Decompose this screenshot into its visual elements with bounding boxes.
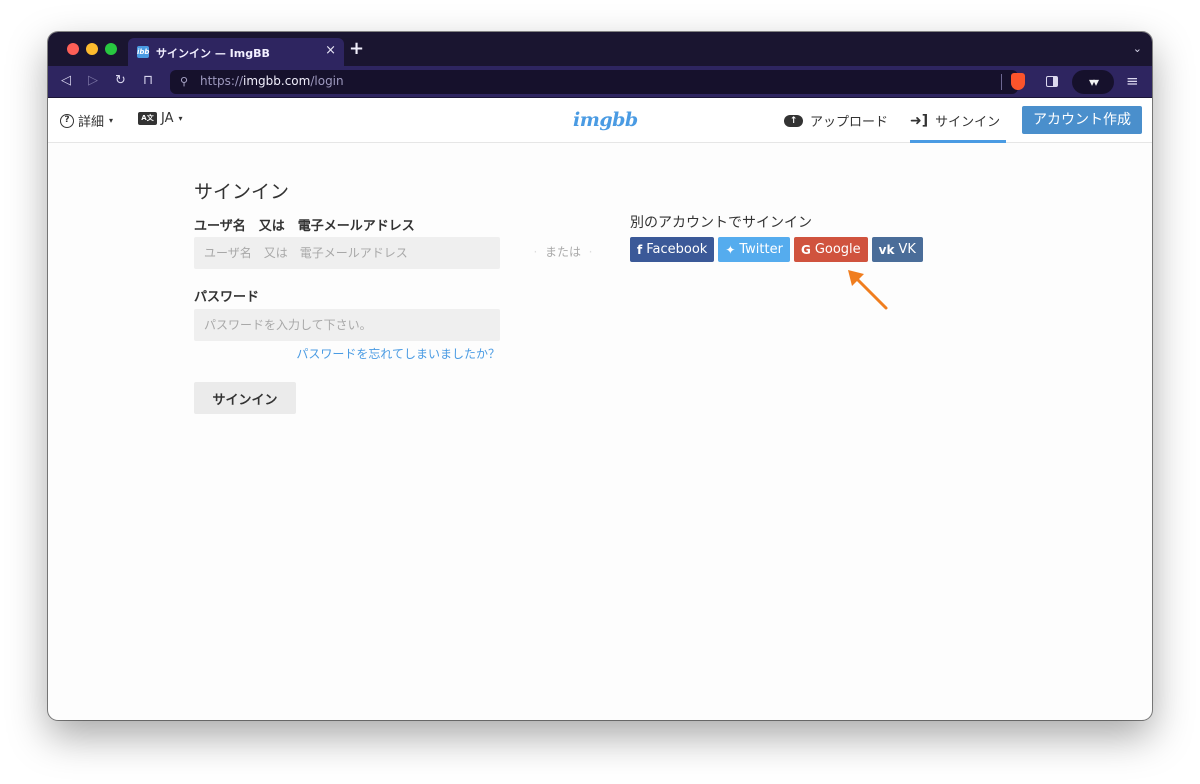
twitter-signin-button[interactable]: ✦ Twitter — [718, 237, 790, 262]
annotation-arrow-icon — [848, 270, 888, 310]
username-label: ユーザ名 又は 電子メールアドレス — [194, 219, 415, 234]
twitter-icon: ✦ — [725, 242, 736, 257]
tab-bar: ibb サインイン — ImgBB × + ⌄ — [48, 32, 1152, 66]
vk-label: VK — [898, 242, 916, 257]
sidebar-toggle-icon[interactable] — [1046, 76, 1058, 87]
signin-submit-button[interactable]: サインイン — [194, 382, 296, 414]
facebook-icon: f — [637, 242, 643, 257]
private-profile-icon[interactable]: ▾▾ — [1072, 70, 1114, 94]
forward-icon[interactable]: ▷ — [88, 73, 98, 88]
brave-shields-icon[interactable] — [1011, 73, 1025, 90]
url-host: imgbb.com — [243, 74, 311, 88]
google-icon: G — [800, 242, 811, 257]
help-menu-label: 詳細 — [78, 115, 105, 130]
social-buttons: f Facebook ✦ Twitter G Google vk VK — [630, 237, 923, 262]
toolbar-divider — [1001, 74, 1002, 90]
bookmark-icon[interactable]: ⊓ — [143, 73, 153, 88]
twitter-label: Twitter — [739, 242, 783, 257]
facebook-label: Facebook — [646, 242, 708, 257]
language-icon: A文 — [138, 112, 157, 125]
forgot-password-link[interactable]: パスワードを忘れてしまいましたか？ — [194, 345, 500, 362]
imgbb-logo[interactable]: imgbb — [573, 109, 638, 131]
back-icon[interactable]: ◁ — [61, 73, 71, 88]
create-account-button[interactable]: アカウント作成 — [1022, 106, 1142, 134]
caret-down-icon: ▾ — [109, 116, 114, 125]
separator-dash: · — [581, 245, 593, 259]
url-scheme: https:// — [200, 74, 244, 88]
vk-icon: vk — [878, 242, 895, 257]
signin-link[interactable]: ➜] サインイン — [910, 111, 1001, 131]
imgbb-favicon-icon: ibb — [137, 46, 150, 58]
sign-in-icon: ➜] — [910, 112, 929, 129]
signin-label: サインイン — [935, 115, 1001, 130]
url-text: https://imgbb.com/login — [200, 74, 344, 88]
google-label: Google — [814, 242, 861, 257]
google-signin-button[interactable]: G Google — [793, 237, 868, 262]
separator-dash: · — [533, 245, 545, 259]
navigation-bar: ◁ ▷ ↻ ⊓ ⚲ https://imgbb.com/login ▾▾ ≡ — [48, 66, 1152, 98]
tab-title: サインイン — ImgBB — [156, 47, 270, 60]
minimize-window-button[interactable] — [86, 43, 98, 55]
username-input[interactable] — [194, 237, 500, 269]
browser-window: ibb サインイン — ImgBB × + ⌄ ◁ ▷ ↻ ⊓ ⚲ https:… — [48, 32, 1152, 720]
caret-down-icon: ▾ — [178, 114, 183, 123]
reload-icon[interactable]: ↻ — [115, 73, 126, 88]
tab-list-chevron-icon[interactable]: ⌄ — [1133, 42, 1142, 55]
close-tab-icon[interactable]: × — [325, 43, 336, 58]
site-header: ? 詳細 ▾ A文 JA ▾ imgbb ↑ アップロード ➜] サインイン ア… — [48, 98, 1152, 143]
social-signin-title: 別のアカウントでサインイン — [630, 215, 812, 231]
vk-signin-button[interactable]: vk VK — [871, 237, 923, 262]
help-circle-icon: ? — [60, 113, 74, 128]
language-menu[interactable]: A文 JA ▾ — [138, 111, 183, 126]
close-window-button[interactable] — [67, 43, 79, 55]
new-tab-button[interactable]: + — [349, 38, 364, 59]
password-input[interactable] — [194, 309, 500, 341]
password-label: パスワード — [194, 290, 260, 305]
cloud-upload-icon: ↑ — [784, 114, 803, 127]
active-tab[interactable]: ibb サインイン — ImgBB × — [128, 38, 344, 66]
url-path: /login — [310, 74, 344, 88]
facebook-signin-button[interactable]: f Facebook — [630, 237, 715, 262]
zoom-window-button[interactable] — [105, 43, 117, 55]
language-label: JA — [161, 111, 174, 126]
upload-link[interactable]: ↑ アップロード — [784, 111, 888, 130]
site-settings-icon[interactable]: ⚲ — [180, 75, 188, 88]
page-title: サインイン — [194, 181, 290, 203]
or-separator-label: または — [544, 245, 581, 259]
upload-label: アップロード — [810, 115, 889, 130]
or-separator: · または · — [528, 243, 598, 260]
active-nav-indicator — [910, 140, 1006, 143]
hamburger-menu-icon[interactable]: ≡ — [1126, 72, 1139, 90]
help-menu[interactable]: ? 詳細 ▾ — [60, 111, 113, 130]
address-bar[interactable]: ⚲ https://imgbb.com/login — [170, 70, 1018, 94]
